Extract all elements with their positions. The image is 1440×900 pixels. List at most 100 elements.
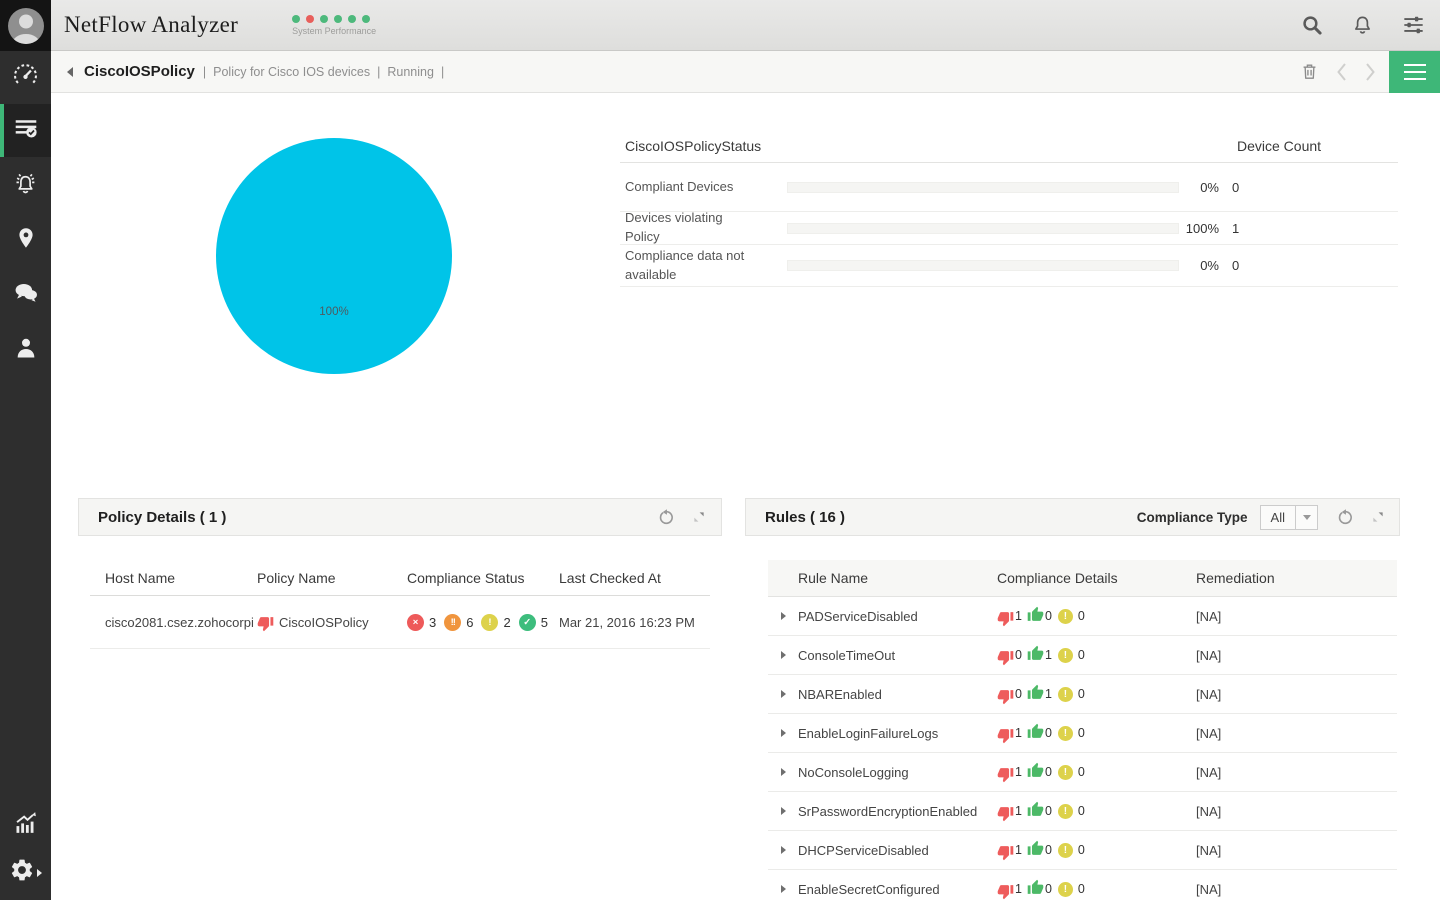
app-logo: NetFlow Analyzer: [64, 12, 239, 37]
rule-name: EnableLoginFailureLogs: [798, 725, 939, 741]
gear-icon: [9, 857, 35, 888]
expand-caret-icon[interactable]: [781, 885, 786, 893]
chat-bubbles-icon: [13, 280, 39, 311]
policy-status-table: CiscoIOSPolicyStatus Device Count Compli…: [620, 130, 1398, 287]
previous-page-icon[interactable]: [1335, 61, 1348, 83]
sidebar-item-policies[interactable]: [0, 104, 51, 157]
rule-row[interactable]: PADServiceDisabled 1 0 ! 0 [NA]: [768, 597, 1397, 636]
status-dot: [306, 14, 315, 23]
status-row-count: 0: [1232, 179, 1240, 195]
rule-compliance-details: 1 0 ! 0: [997, 878, 1196, 900]
policy-name-cell: CiscoIOSPolicy: [257, 613, 407, 632]
rule-name: SrPasswordEncryptionEnabled: [798, 803, 978, 819]
rule-row[interactable]: EnableSecretConfigured 1 0 ! 0 [NA]: [768, 870, 1397, 900]
policy-details-table: Host Name Policy Name Compliance Status …: [90, 561, 710, 649]
rules-title: Rules ( 16 ): [765, 508, 846, 526]
next-page-icon[interactable]: [1364, 61, 1377, 83]
sidebar-item-chat[interactable]: [0, 269, 51, 322]
rule-remediation: [NA]: [1196, 608, 1222, 624]
trend-chart-icon: [12, 809, 39, 841]
breadcrumb-separator: |: [202, 64, 207, 79]
sliders-settings-icon[interactable]: [1402, 14, 1425, 36]
rule-compliance-details: 1 0 ! 0: [997, 800, 1196, 822]
warning-badge-icon: !: [1057, 725, 1073, 741]
user-avatar[interactable]: [0, 0, 51, 51]
compliance-type-label: Compliance Type: [1136, 509, 1248, 525]
thumb-up-icon: [1027, 684, 1044, 701]
violated-count: 1: [1015, 804, 1022, 818]
rule-row[interactable]: ConsoleTimeOut 0 1 ! 0 [NA]: [768, 636, 1397, 675]
expand-icon[interactable]: [1371, 510, 1385, 524]
policy-name-text: CiscoIOSPolicy: [279, 614, 369, 630]
system-performance-dots: [292, 14, 376, 23]
expand-icon[interactable]: [692, 510, 706, 524]
rule-row[interactable]: NBAREnabled 0 1 ! 0 [NA]: [768, 675, 1397, 714]
status-dot: [320, 14, 329, 23]
status-row: Devices violating Policy 100% 1: [620, 210, 1398, 245]
sidebar-item-dashboard[interactable]: [0, 51, 51, 104]
column-header-host-name: Host Name: [105, 570, 176, 586]
notifications-bell-icon[interactable]: [1352, 14, 1373, 36]
expand-caret-icon[interactable]: [781, 729, 786, 737]
refresh-icon[interactable]: [1337, 509, 1354, 526]
device-count-header: Device Count: [1237, 138, 1322, 154]
chevron-down-icon[interactable]: [1295, 505, 1317, 529]
rule-remediation: [NA]: [1196, 764, 1222, 780]
back-icon[interactable]: [67, 66, 73, 77]
warning-count: 2: [503, 614, 511, 630]
rule-remediation: [NA]: [1196, 725, 1222, 741]
search-icon[interactable]: [1301, 14, 1323, 36]
rule-row[interactable]: SrPasswordEncryptionEnabled 1 0 ! 0 [NA]: [768, 792, 1397, 831]
policy-description: Policy for Cisco IOS devices: [213, 64, 371, 79]
rule-compliance-details: 0 1 ! 0: [997, 683, 1196, 705]
compliant-count: 0: [1044, 882, 1052, 896]
rule-name: ConsoleTimeOut: [798, 647, 896, 663]
rule-row[interactable]: NoConsoleLogging 1 0 ! 0 [NA]: [768, 753, 1397, 792]
violated-count: 0: [1015, 687, 1022, 701]
menu-button[interactable]: [1389, 50, 1440, 93]
status-row-count: 1: [1232, 220, 1240, 236]
expand-caret-icon[interactable]: [781, 612, 786, 620]
system-performance-indicator[interactable]: System Performance: [292, 14, 376, 36]
sidebar-item-maps[interactable]: [0, 214, 51, 267]
warning-count: 0: [1077, 765, 1085, 779]
location-pin-icon: [14, 226, 38, 255]
sidebar-item-reports[interactable]: [0, 798, 51, 851]
expand-caret-icon[interactable]: [781, 690, 786, 698]
thumb-down-icon: [997, 688, 1014, 705]
rule-row[interactable]: DHCPServiceDisabled 1 0 ! 0 [NA]: [768, 831, 1397, 870]
breadcrumb-separator: |: [440, 64, 445, 79]
last-checked-cell: Mar 21, 2016 16:23 PM: [559, 614, 695, 630]
sidebar-item-settings[interactable]: [0, 846, 51, 899]
expand-caret-icon[interactable]: [781, 768, 786, 776]
expand-caret-icon[interactable]: [781, 807, 786, 815]
sidebar-item-users[interactable]: [0, 324, 51, 377]
compliant-count: 1: [1044, 687, 1052, 701]
delete-icon[interactable]: [1300, 61, 1319, 82]
column-header-remediation: Remediation: [1196, 570, 1275, 586]
thumb-up-icon: [1027, 879, 1044, 896]
expand-caret-icon[interactable]: [781, 651, 786, 659]
breadcrumb-bar: CiscoIOSPolicy | Policy for Cisco IOS de…: [51, 50, 1440, 93]
thumb-down-icon: [997, 610, 1014, 627]
rule-remediation: [NA]: [1196, 803, 1222, 819]
rule-name: NoConsoleLogging: [798, 764, 909, 780]
warning-badge-icon: !: [1057, 803, 1073, 819]
status-row: Compliance data not available 0% 0: [620, 245, 1398, 287]
expand-caret-icon[interactable]: [781, 846, 786, 854]
compliance-status-cell: × 3 !! 6 ! 2 ✓ 5: [407, 613, 559, 631]
major-count: 6: [466, 614, 474, 630]
policy-detail-row: cisco2081.csez.zohocorpi CiscoIOSPolicy …: [90, 596, 710, 649]
status-dot: [362, 14, 371, 23]
warning-badge-icon: !: [1057, 842, 1073, 858]
refresh-icon[interactable]: [658, 509, 675, 526]
sidebar-item-alarms[interactable]: [0, 159, 51, 212]
rule-row[interactable]: EnableLoginFailureLogs 1 0 ! 0 [NA]: [768, 714, 1397, 753]
thumb-up-icon: [1027, 606, 1044, 623]
thumb-down-icon: [997, 649, 1014, 666]
compliance-type-select[interactable]: All: [1259, 504, 1318, 530]
top-bar: NetFlow Analyzer System Performance: [51, 0, 1440, 51]
policy-status: Running: [387, 64, 434, 79]
rule-compliance-details: 1 0 ! 0: [997, 605, 1196, 627]
compliant-count: 0: [1044, 804, 1052, 818]
